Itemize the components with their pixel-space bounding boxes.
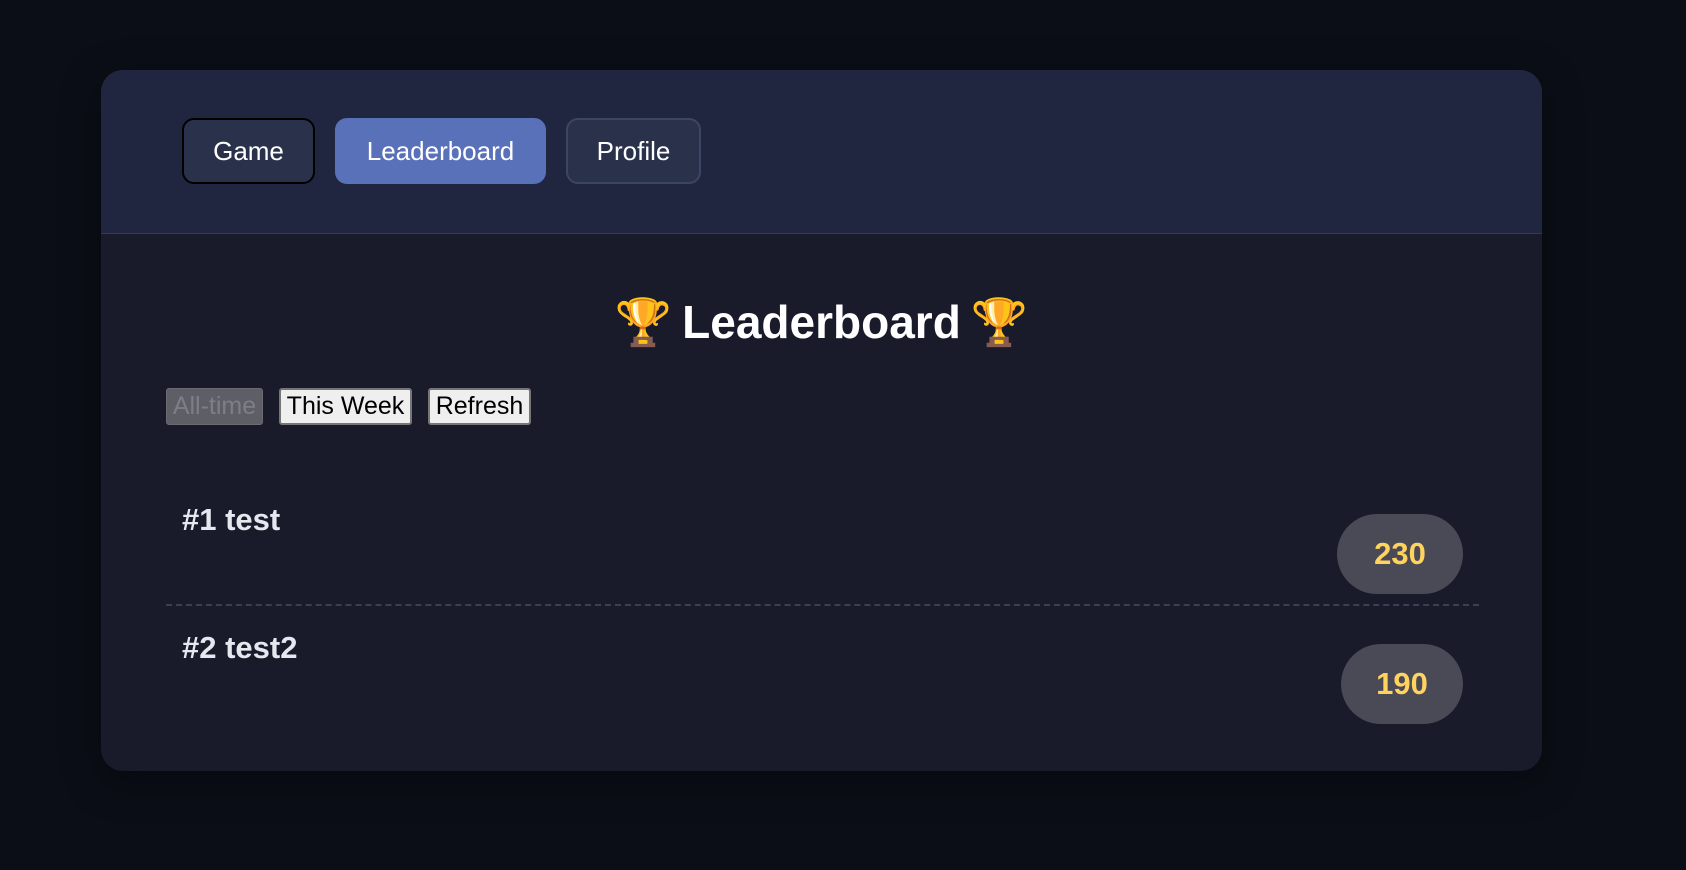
top-nav-bar: Game Leaderboard Profile [101, 70, 1542, 234]
this-week-filter-button[interactable]: This Week [279, 388, 412, 425]
all-time-filter-button[interactable]: All-time [166, 388, 263, 425]
tab-profile[interactable]: Profile [566, 118, 701, 184]
player-rank-name: #2 test2 [182, 630, 298, 665]
trophy-icon: 🏆 [970, 296, 1029, 348]
refresh-button[interactable]: Refresh [428, 388, 531, 425]
leaderboard-row: #2 test2 190 [166, 604, 1479, 734]
score-badge: 230 [1337, 514, 1463, 594]
page-title: Leaderboard [682, 296, 961, 348]
leaderboard-row: #1 test 230 [166, 474, 1479, 606]
app-card: Game Leaderboard Profile 🏆 Leaderboard 🏆… [101, 70, 1542, 771]
tab-game[interactable]: Game [182, 118, 315, 184]
player-rank-name: #1 test [182, 502, 281, 537]
trophy-icon: 🏆 [614, 296, 673, 348]
score-badge: 190 [1341, 644, 1463, 724]
tab-leaderboard[interactable]: Leaderboard [335, 118, 546, 184]
leaderboard-header: 🏆 Leaderboard 🏆 [101, 292, 1542, 352]
